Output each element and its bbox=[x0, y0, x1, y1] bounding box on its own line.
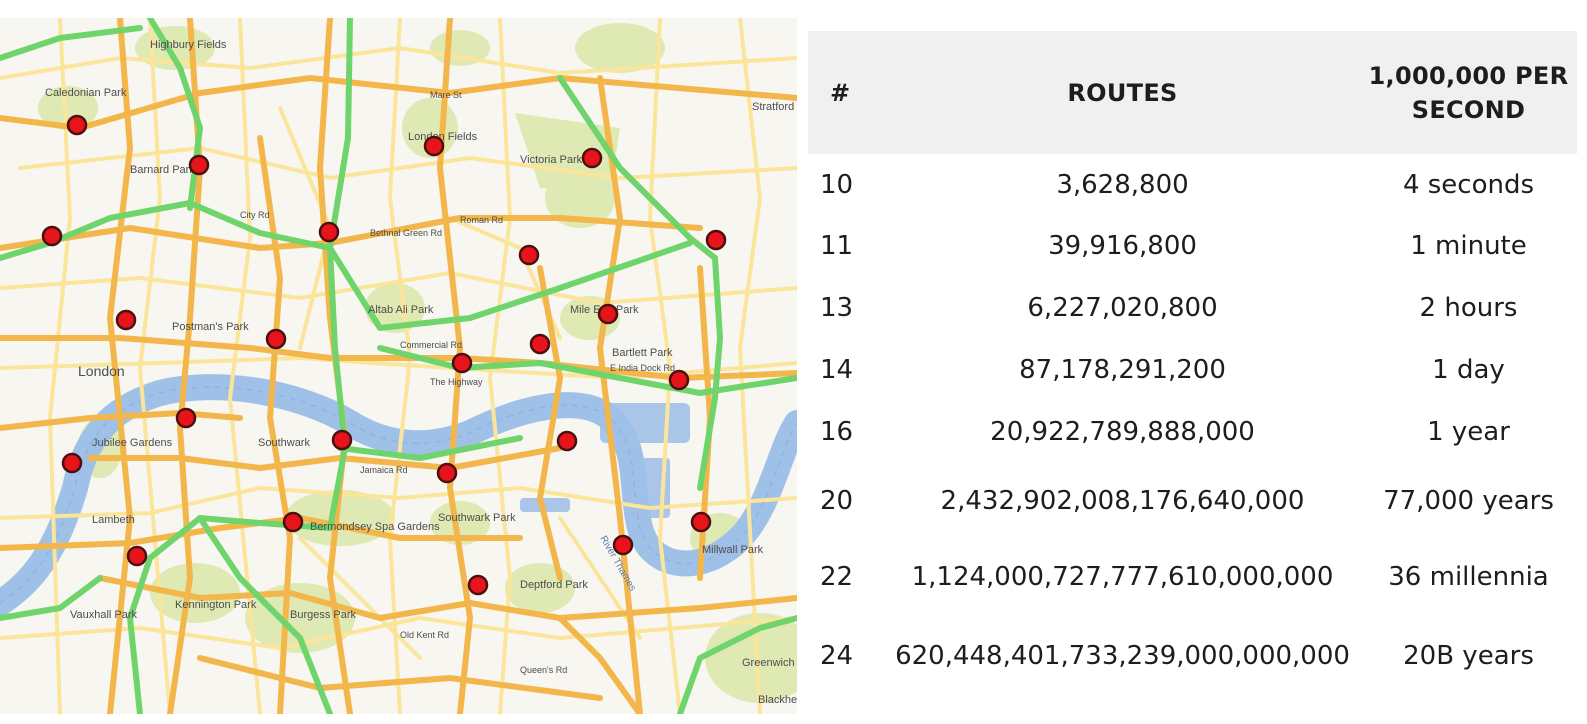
table-row: 16 20,922,789,888,000 1 year bbox=[808, 401, 1577, 463]
label-stratford: Stratford bbox=[752, 101, 794, 113]
stop-marker bbox=[705, 229, 727, 251]
label-postmans-park: Postman's Park bbox=[172, 321, 249, 333]
stop-marker bbox=[612, 534, 634, 556]
cell-routes: 3,628,800 bbox=[1056, 169, 1189, 200]
stop-marker bbox=[61, 452, 83, 474]
cell-stops: 22 bbox=[820, 562, 854, 592]
label-southwark-park: Southwark Park bbox=[438, 512, 516, 524]
table-header: # ROUTES 1,000,000 PER SECOND bbox=[808, 31, 1577, 154]
cell-routes: 620,448,401,733,239,000,000,000 bbox=[895, 641, 1350, 671]
cell-routes: 20,922,789,888,000 bbox=[990, 417, 1255, 447]
cell-time: 2 hours bbox=[1419, 293, 1518, 323]
label-vauxhall-park: Vauxhall Park bbox=[70, 609, 138, 621]
stop-marker bbox=[331, 429, 353, 451]
label-jubilee-gardens: Jubilee Gardens bbox=[92, 437, 173, 449]
stop-marker bbox=[467, 574, 489, 596]
label-commercial-rd: Commercial Rd bbox=[400, 340, 462, 350]
stop-marker bbox=[581, 147, 603, 169]
stop-marker bbox=[265, 328, 287, 350]
stop-marker bbox=[115, 309, 137, 331]
label-old-kent-rd: Old Kent Rd bbox=[400, 630, 449, 640]
cell-stops: 14 bbox=[820, 355, 854, 385]
table-body: 10 3,628,800 4 seconds 11 39,916,800 1 minute… bbox=[808, 154, 1577, 696]
cell-time: 77,000 years bbox=[1383, 485, 1554, 516]
cell-stops: 11 bbox=[820, 231, 854, 261]
cell-stops: 10 bbox=[820, 169, 854, 200]
routes-table: # ROUTES 1,000,000 PER SECOND 10 3,628,80… bbox=[808, 31, 1577, 696]
label-greenwich-park: Greenwich Park bbox=[742, 657, 797, 669]
label-queens-rd: Queen's Rd bbox=[520, 665, 567, 675]
label-highbury-fields: Highbury Fields bbox=[150, 39, 227, 51]
label-millwall-park: Millwall Park bbox=[702, 544, 764, 556]
table-row: 10 3,628,800 4 seconds bbox=[808, 154, 1577, 215]
cell-stops: 24 bbox=[820, 641, 854, 671]
cell-time: 36 millennia bbox=[1388, 562, 1549, 592]
stop-marker bbox=[451, 352, 473, 374]
label-barnard-park: Barnard Park bbox=[130, 164, 195, 176]
map-canvas: Highbury Fields Caledonian Park Barnard … bbox=[0, 18, 797, 714]
cell-time: 1 minute bbox=[1410, 231, 1527, 261]
label-kennington-park: Kennington Park bbox=[175, 599, 257, 611]
stop-marker bbox=[66, 114, 88, 136]
stop-marker bbox=[423, 135, 445, 157]
label-victoria-park: Victoria Park bbox=[520, 154, 583, 166]
label-london: London bbox=[78, 363, 125, 379]
header-time: 1,000,000 PER SECOND bbox=[1360, 31, 1577, 154]
header-number: # bbox=[808, 31, 885, 154]
label-southwark: Southwark bbox=[258, 437, 310, 449]
stop-marker bbox=[668, 369, 690, 391]
cell-routes: 1,124,000,727,777,610,000,000 bbox=[911, 562, 1334, 592]
cell-time: 20B years bbox=[1403, 641, 1534, 671]
stop-marker bbox=[175, 407, 197, 429]
label-roman-rd: Roman Rd bbox=[460, 215, 503, 225]
stop-marker bbox=[597, 303, 619, 325]
label-bermondsey-spa-gardens: Bermondsey Spa Gardens bbox=[310, 521, 440, 533]
stop-marker bbox=[41, 225, 63, 247]
table-row: 11 39,916,800 1 minute bbox=[808, 215, 1577, 277]
table-row: 24 620,448,401,733,239,000,000,000 20B yea… bbox=[808, 616, 1577, 696]
stop-marker bbox=[126, 545, 148, 567]
stop-marker bbox=[282, 511, 304, 533]
label-caledonian-park: Caledonian Park bbox=[45, 87, 127, 99]
label-bartlett-park: Bartlett Park bbox=[612, 347, 673, 359]
label-mare-st: Mare St bbox=[430, 90, 462, 100]
stop-marker bbox=[436, 462, 458, 484]
label-city-rd: City Rd bbox=[240, 210, 270, 220]
cell-time: 4 seconds bbox=[1402, 169, 1535, 200]
cell-routes: 87,178,291,200 bbox=[1019, 355, 1226, 385]
label-blackheath: Blackhea bbox=[758, 694, 797, 706]
label-deptford-park: Deptford Park bbox=[520, 579, 588, 591]
stop-marker bbox=[556, 430, 578, 452]
london-map: Highbury Fields Caledonian Park Barnard … bbox=[0, 18, 797, 714]
table-row: 20 2,432,902,008,176,640,000 77,000 years bbox=[808, 463, 1577, 538]
cell-time: 1 day bbox=[1432, 355, 1505, 385]
label-burgess-park: Burgess Park bbox=[290, 609, 357, 621]
label-bethnal-green-rd: Bethnal Green Rd bbox=[370, 228, 442, 238]
table-row: 13 6,227,020,800 2 hours bbox=[808, 277, 1577, 339]
cell-time: 1 year bbox=[1427, 417, 1510, 447]
cell-stops: 13 bbox=[820, 293, 854, 323]
table-row: 14 87,178,291,200 1 day bbox=[808, 339, 1577, 401]
stop-marker bbox=[518, 244, 540, 266]
cell-routes: 39,916,800 bbox=[1048, 231, 1197, 261]
label-jamaica-rd: Jamaica Rd bbox=[360, 465, 408, 475]
cell-routes: 6,227,020,800 bbox=[1027, 293, 1218, 323]
table-row: 22 1,124,000,727,777,610,000,000 36 millen… bbox=[808, 538, 1577, 616]
stop-marker bbox=[188, 154, 210, 176]
header-routes: ROUTES bbox=[885, 31, 1360, 154]
cell-stops: 16 bbox=[820, 417, 854, 447]
label-altab-ali-park: Altab Ali Park bbox=[368, 304, 434, 316]
stop-marker bbox=[318, 221, 340, 243]
label-e-india-dock-rd: E India Dock Rd bbox=[610, 363, 675, 373]
stop-marker bbox=[690, 511, 712, 533]
cell-routes: 2,432,902,008,176,640,000 bbox=[940, 485, 1305, 516]
label-the-highway: The Highway bbox=[430, 377, 483, 387]
label-lambeth: Lambeth bbox=[92, 514, 135, 526]
stop-marker bbox=[529, 333, 551, 355]
header-row: # ROUTES 1,000,000 PER SECOND bbox=[808, 31, 1577, 154]
cell-stops: 20 bbox=[820, 485, 854, 516]
